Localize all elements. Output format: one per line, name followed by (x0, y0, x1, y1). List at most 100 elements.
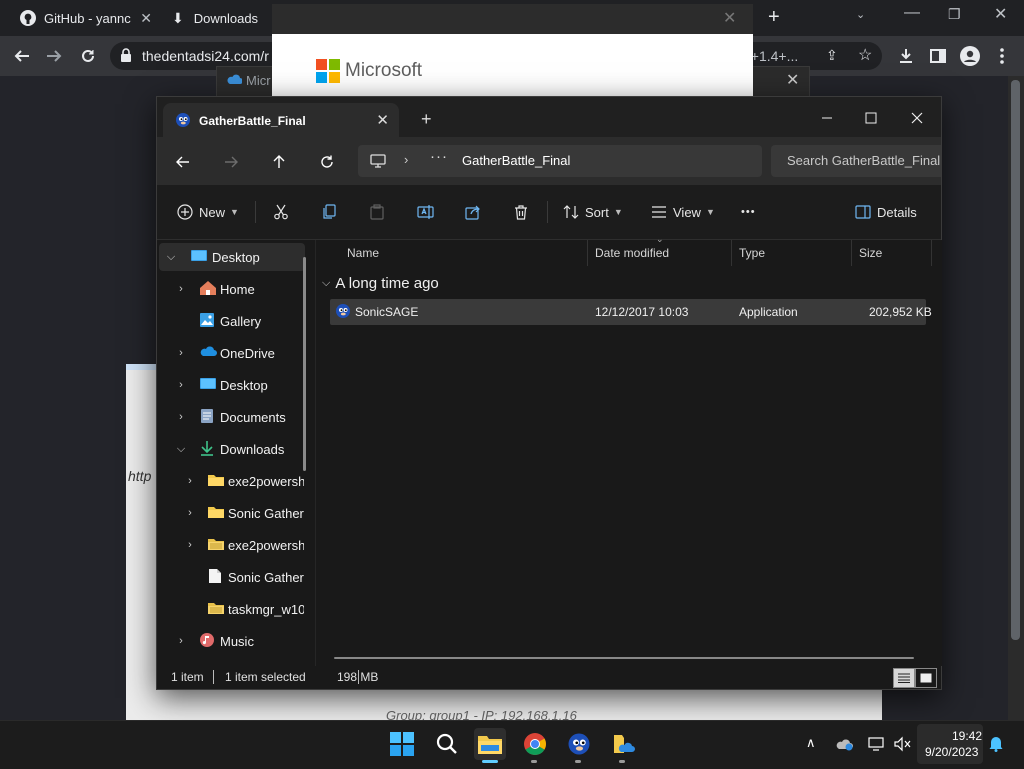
volume-muted-icon[interactable] (893, 736, 911, 752)
chrome-menu-icon[interactable] (990, 44, 1014, 68)
rename-button[interactable] (417, 199, 435, 225)
close-icon[interactable]: ✕ (723, 8, 736, 28)
address-box[interactable]: › ··· GatherBattle_Final (358, 145, 762, 177)
taskbar-chrome[interactable] (519, 728, 551, 760)
tiles-view-button[interactable] (915, 668, 937, 688)
chevron-right-icon[interactable]: › (184, 475, 196, 487)
explorer-tab[interactable]: GatherBattle_Final ✕ (163, 103, 399, 139)
nav-item-folder[interactable]: › exe2powersh (159, 467, 305, 495)
nav-scrollbar[interactable] (303, 257, 306, 471)
close-icon[interactable]: ✕ (994, 4, 1007, 24)
tab-search-icon[interactable]: ⌄ (856, 8, 865, 21)
maximize-icon[interactable] (851, 103, 891, 133)
nav-item-file[interactable]: Sonic Gather (159, 563, 305, 591)
details-view-button[interactable] (893, 668, 915, 688)
new-tab-button[interactable]: + (421, 109, 432, 130)
copy-button[interactable] (321, 199, 337, 225)
nav-item-onedrive[interactable]: › OneDrive (159, 339, 305, 367)
notification-bell-icon[interactable] (988, 734, 1004, 752)
taskbar-search-button[interactable] (431, 728, 463, 760)
back-icon[interactable] (171, 150, 195, 174)
network-icon[interactable] (868, 736, 886, 752)
more-locations-icon[interactable]: ··· (430, 148, 448, 165)
taskbar-file-explorer[interactable] (474, 728, 506, 760)
nav-item-folder[interactable]: › Sonic Gather (159, 499, 305, 527)
breadcrumb[interactable]: GatherBattle_Final (462, 153, 570, 168)
chevron-right-icon[interactable]: › (184, 539, 196, 551)
chrome-tab-github[interactable]: GitHub - yannc ✕ (8, 0, 158, 36)
refresh-icon[interactable] (315, 150, 339, 174)
up-icon[interactable] (267, 150, 291, 174)
horizontal-scrollbar[interactable] (334, 657, 914, 659)
onedrive-status-icon[interactable] (836, 737, 854, 751)
chevron-right-icon[interactable]: › (175, 379, 187, 391)
search-input[interactable]: Search GatherBattle_Final (771, 145, 941, 177)
nav-item-downloads[interactable]: ⌵ Downloads (159, 435, 305, 463)
column-divider[interactable] (731, 240, 732, 266)
new-button[interactable]: New ▼ (177, 199, 239, 225)
chevron-right-icon[interactable]: › (184, 507, 196, 519)
forward-icon[interactable] (219, 150, 243, 174)
close-icon[interactable]: ✕ (140, 10, 152, 27)
nav-item-documents[interactable]: › Documents (159, 403, 305, 431)
share-button[interactable] (465, 199, 481, 225)
side-panel-icon[interactable] (926, 44, 950, 68)
onedrive-icon (226, 73, 242, 85)
page-link-fragment[interactable]: http (128, 468, 151, 484)
chevron-down-icon[interactable]: ⌵ (165, 251, 177, 264)
column-divider[interactable] (851, 240, 852, 266)
more-options-button[interactable]: ••• (741, 199, 756, 225)
url-text: thedentadsi24.com/r (142, 48, 269, 64)
chevron-down-icon[interactable]: ⌵ (175, 443, 187, 456)
nav-item-music[interactable]: › Music (159, 627, 305, 655)
reload-icon[interactable] (76, 44, 100, 68)
nav-item-home[interactable]: › Home (159, 275, 305, 303)
group-header[interactable]: ⌵ A long time ago (322, 275, 439, 292)
back-icon[interactable] (10, 44, 34, 68)
view-button[interactable]: View ▼ (651, 199, 715, 225)
nav-item-desktop[interactable]: ⌵ Desktop (159, 243, 305, 271)
delete-button[interactable] (513, 199, 529, 225)
sort-button[interactable]: Sort ▼ (563, 199, 623, 225)
column-header-size[interactable]: Size (859, 240, 882, 266)
chevron-right-icon[interactable]: › (175, 411, 187, 423)
minimize-icon[interactable]: — (904, 4, 920, 22)
file-row[interactable]: SonicSAGE 12/12/2017 10:03 Application 2… (330, 299, 932, 325)
column-divider[interactable] (587, 240, 588, 266)
chevron-right-icon[interactable]: › (175, 635, 187, 647)
forward-icon[interactable] (42, 44, 66, 68)
bookmark-star-icon[interactable]: ☆ (858, 45, 872, 65)
column-divider[interactable] (931, 240, 932, 266)
nav-item-label: Sonic Gather (228, 505, 304, 521)
minimize-icon[interactable] (807, 103, 847, 133)
chevron-right-icon[interactable]: › (175, 283, 187, 295)
column-header-name[interactable]: Name (347, 240, 379, 266)
close-icon[interactable] (897, 103, 937, 133)
restore-icon[interactable]: ❐ (948, 6, 961, 23)
download-icon[interactable] (894, 44, 918, 68)
paste-button[interactable] (369, 199, 385, 225)
share-icon[interactable]: ⇪ (826, 47, 838, 64)
new-tab-button[interactable]: + (768, 6, 780, 29)
chrome-tab-downloads[interactable]: ⬇ Downloads (162, 0, 262, 36)
profile-avatar[interactable] (958, 44, 982, 68)
page-scrollbar-thumb[interactable] (1011, 80, 1020, 640)
file-date-modified: 12/12/2017 10:03 (595, 305, 689, 319)
nav-item-gallery[interactable]: Gallery (159, 307, 305, 335)
start-button[interactable] (386, 728, 418, 760)
nav-item-desktop-2[interactable]: › Desktop (159, 371, 305, 399)
nav-item-zip-folder[interactable]: taskmgr_w10 (159, 595, 305, 623)
chevron-right-icon[interactable]: › (404, 152, 408, 167)
taskbar-onedrive-folder[interactable] (607, 728, 639, 760)
cut-button[interactable] (273, 199, 289, 225)
rename-icon (417, 204, 435, 220)
close-icon[interactable]: ✕ (786, 70, 799, 90)
chevron-right-icon[interactable]: › (175, 347, 187, 359)
show-hidden-icons-chevron-icon[interactable]: ∧ (806, 735, 816, 751)
taskbar-sonic-app[interactable] (563, 728, 595, 760)
nav-item-zip-folder[interactable]: › exe2powersh (159, 531, 305, 559)
details-pane-button[interactable]: Details (855, 199, 917, 225)
column-header-type[interactable]: Type (739, 240, 765, 266)
close-icon[interactable]: ✕ (376, 111, 389, 129)
running-indicator (531, 760, 537, 763)
